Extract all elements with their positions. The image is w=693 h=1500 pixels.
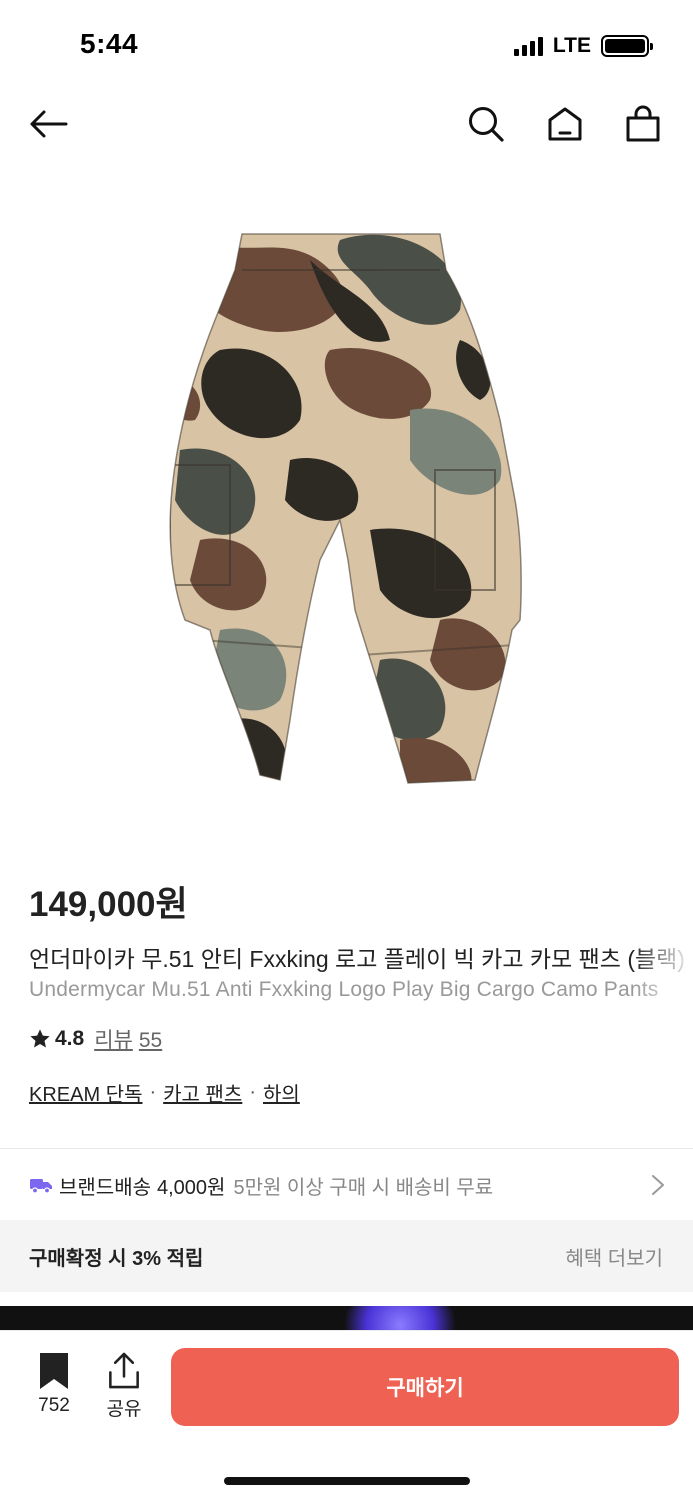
delivery-info-row[interactable]: 브랜드배송 4,000원 5만원 이상 구매 시 배송비 무료 (0, 1150, 693, 1220)
product-price: 149,000원 (29, 885, 188, 924)
benefit-row: 구매확정 시 3% 적립 혜택 더보기 (0, 1220, 693, 1292)
delivery-fee: 4,000원 (157, 1176, 226, 1199)
product-title-english: Undermycar Mu.51 Anti Fxxking Logo Play … (29, 978, 659, 1001)
search-icon (469, 107, 504, 142)
benefit-label: 구매확정 시 3% 적립 (29, 1247, 204, 1270)
signal-icon (513, 36, 543, 56)
category-link-kream-exclusive[interactable]: KREAM 단독 (29, 1078, 142, 1107)
review-link[interactable]: 리뷰 55 (94, 1024, 162, 1054)
review-count: 55 (138, 1029, 163, 1052)
back-button[interactable] (26, 102, 70, 146)
delivery-note: 5만원 이상 구매 시 배송비 무료 (233, 1176, 494, 1199)
status-bar: 5:44 LTE (0, 0, 693, 90)
delivery-label: 브랜드배송 (59, 1176, 151, 1199)
benefit-more-link[interactable]: 혜택 더보기 (565, 1242, 663, 1271)
truck-icon (30, 1179, 52, 1194)
product-image[interactable] (140, 200, 553, 800)
buy-button[interactable]: 구매하기 (171, 1348, 679, 1426)
network-label: LTE (552, 34, 591, 57)
divider (0, 1148, 693, 1149)
category-separator: · (149, 1081, 157, 1103)
share-button[interactable]: 공유 (96, 1351, 152, 1421)
category-link-cargo-pants[interactable]: 카고 팬츠 (163, 1078, 242, 1107)
bookmark-icon (40, 1353, 68, 1389)
bottom-action-bar: 752 공유 구매하기 (0, 1330, 693, 1500)
star-icon (30, 1029, 50, 1048)
home-indicator (224, 1477, 470, 1485)
shopping-bag-icon (626, 105, 660, 142)
status-indicators: LTE (513, 34, 653, 58)
camo-pants-illustration (169, 233, 522, 784)
bookmark-button[interactable]: 752 (24, 1351, 84, 1421)
search-button[interactable] (464, 102, 508, 146)
cart-button[interactable] (621, 102, 665, 146)
home-icon (548, 107, 582, 141)
category-breadcrumb: KREAM 단독 · 카고 팬츠 · 하의 (29, 1078, 300, 1107)
category-separator: · (249, 1081, 256, 1103)
category-link-bottoms[interactable]: 하의 (263, 1078, 300, 1107)
home-button[interactable] (543, 102, 587, 146)
status-time: 5:44 (80, 28, 139, 59)
back-arrow-icon (30, 110, 68, 138)
rating-row: 4.8 리뷰 55 (29, 1024, 162, 1054)
share-icon (109, 1352, 139, 1389)
top-nav (0, 96, 693, 152)
rating-value: 4.8 (55, 1027, 85, 1050)
product-title-korean: 언더마이카 무.51 안티 Fxxking 로고 플레이 빅 카고 카모 팬츠 … (29, 946, 685, 972)
share-label: 공유 (106, 1399, 142, 1420)
review-label: 리뷰 (94, 1029, 133, 1052)
bookmark-count: 752 (38, 1395, 70, 1416)
chevron-right-icon (652, 1175, 664, 1195)
battery-icon (601, 35, 653, 57)
